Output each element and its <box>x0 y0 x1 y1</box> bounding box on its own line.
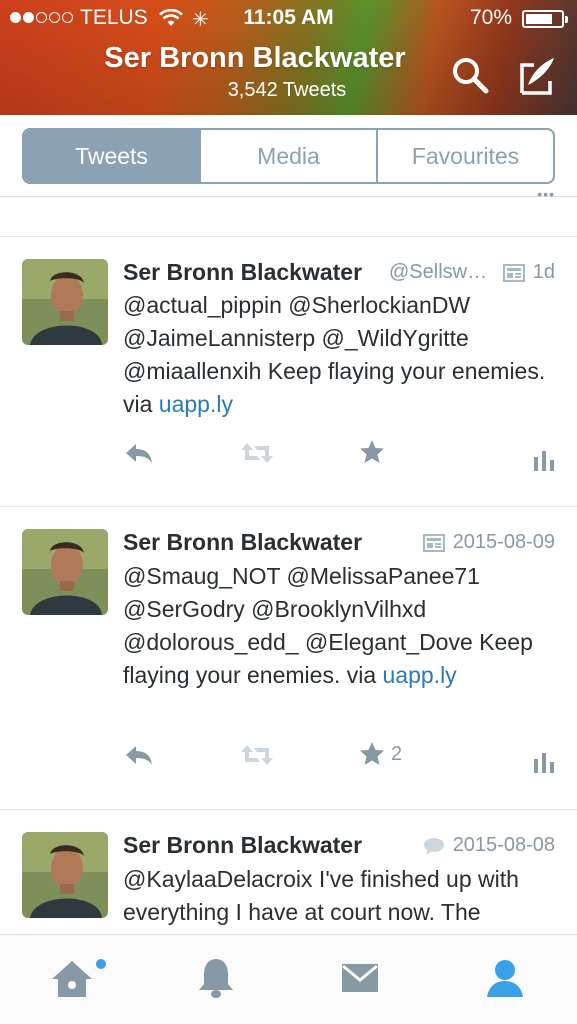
retweet-icon[interactable] <box>240 441 274 465</box>
tweet-item[interactable]: Ser Bronn Blackwater 2015-08-08 @KaylaaD… <box>0 809 577 935</box>
notifications-icon[interactable] <box>196 957 236 999</box>
favorite-count: 2 <box>391 743 403 765</box>
tab-tweets[interactable]: Tweets <box>24 130 201 182</box>
more-dots-icon: ••• <box>537 186 555 202</box>
tweet-item[interactable]: Ser Bronn Blackwater @Sellsw… 1d @actual… <box>0 236 577 506</box>
favorite-star-icon[interactable] <box>359 741 385 767</box>
tweet-author-name[interactable]: Ser Bronn Blackwater <box>123 259 362 286</box>
tweet-author-handle[interactable]: @Sellsw… <box>389 261 487 284</box>
tab-favourites[interactable]: Favourites <box>378 130 553 182</box>
tweet-timestamp: 1d <box>532 261 555 283</box>
avatar[interactable] <box>22 832 108 918</box>
tweet-meta: 1d <box>502 261 555 284</box>
card-icon <box>502 263 525 282</box>
reply-icon[interactable] <box>124 743 154 767</box>
tweet-link[interactable]: uapp.ly <box>159 391 233 417</box>
profile-header: TELUS ✳ 11:05 AM 70% Ser Bronn Blackwate… <box>0 0 577 115</box>
tweet-text: @actual_pippin @SherlockianDW @JaimeLann… <box>123 289 563 421</box>
battery-icon <box>522 10 568 28</box>
home-icon[interactable] <box>50 959 94 999</box>
tweet-timestamp: 2015-08-09 <box>452 531 555 553</box>
retweet-icon[interactable] <box>240 743 274 767</box>
tweet-item[interactable]: Ser Bronn Blackwater 2015-08-09 @Smaug_N… <box>0 506 577 809</box>
tweet-timestamp: 2015-08-08 <box>452 834 555 856</box>
tweet-text-content: @KaylaaDelacroix I've finished up with e… <box>123 866 519 925</box>
tweet-text: @KaylaaDelacroix I've finished up with e… <box>123 863 563 929</box>
tweet-link[interactable]: uapp.ly <box>383 662 457 688</box>
tweet-author-name[interactable]: Ser Bronn Blackwater <box>123 529 362 556</box>
bottom-tab-bar <box>0 934 577 1024</box>
segmented-control: Tweets Media Favourites <box>22 128 555 184</box>
tab-media[interactable]: Media <box>201 130 378 182</box>
status-bar: TELUS ✳ 11:05 AM 70% <box>0 0 577 36</box>
profile-tab-bar: Tweets Media Favourites <box>0 115 577 197</box>
card-icon <box>422 533 445 552</box>
search-icon[interactable] <box>450 55 490 95</box>
profile-icon[interactable] <box>485 957 525 999</box>
compose-icon[interactable] <box>516 55 558 95</box>
battery-percentage: 70% <box>470 6 513 29</box>
messages-icon[interactable] <box>341 963 379 993</box>
tweet-text: @Smaug_NOT @MelissaPanee71 @SerGodry @Br… <box>123 560 563 692</box>
tweet-text-content: @Smaug_NOT @MelissaPanee71 @SerGodry @Br… <box>123 563 533 688</box>
favorite-star-icon[interactable] <box>359 439 385 465</box>
profile-name-title: Ser Bronn Blackwater <box>104 42 406 74</box>
tweet-meta: 2015-08-09 <box>422 531 555 554</box>
avatar[interactable] <box>22 259 108 345</box>
tweet-meta: 2015-08-08 <box>423 834 555 857</box>
tweet-author-name[interactable]: Ser Bronn Blackwater <box>123 832 362 859</box>
avatar[interactable] <box>22 529 108 615</box>
analytics-icon[interactable] <box>533 449 555 471</box>
notification-dot <box>96 959 106 969</box>
speech-bubble-icon <box>423 837 444 855</box>
analytics-icon[interactable] <box>533 751 555 773</box>
reply-icon[interactable] <box>124 441 154 465</box>
